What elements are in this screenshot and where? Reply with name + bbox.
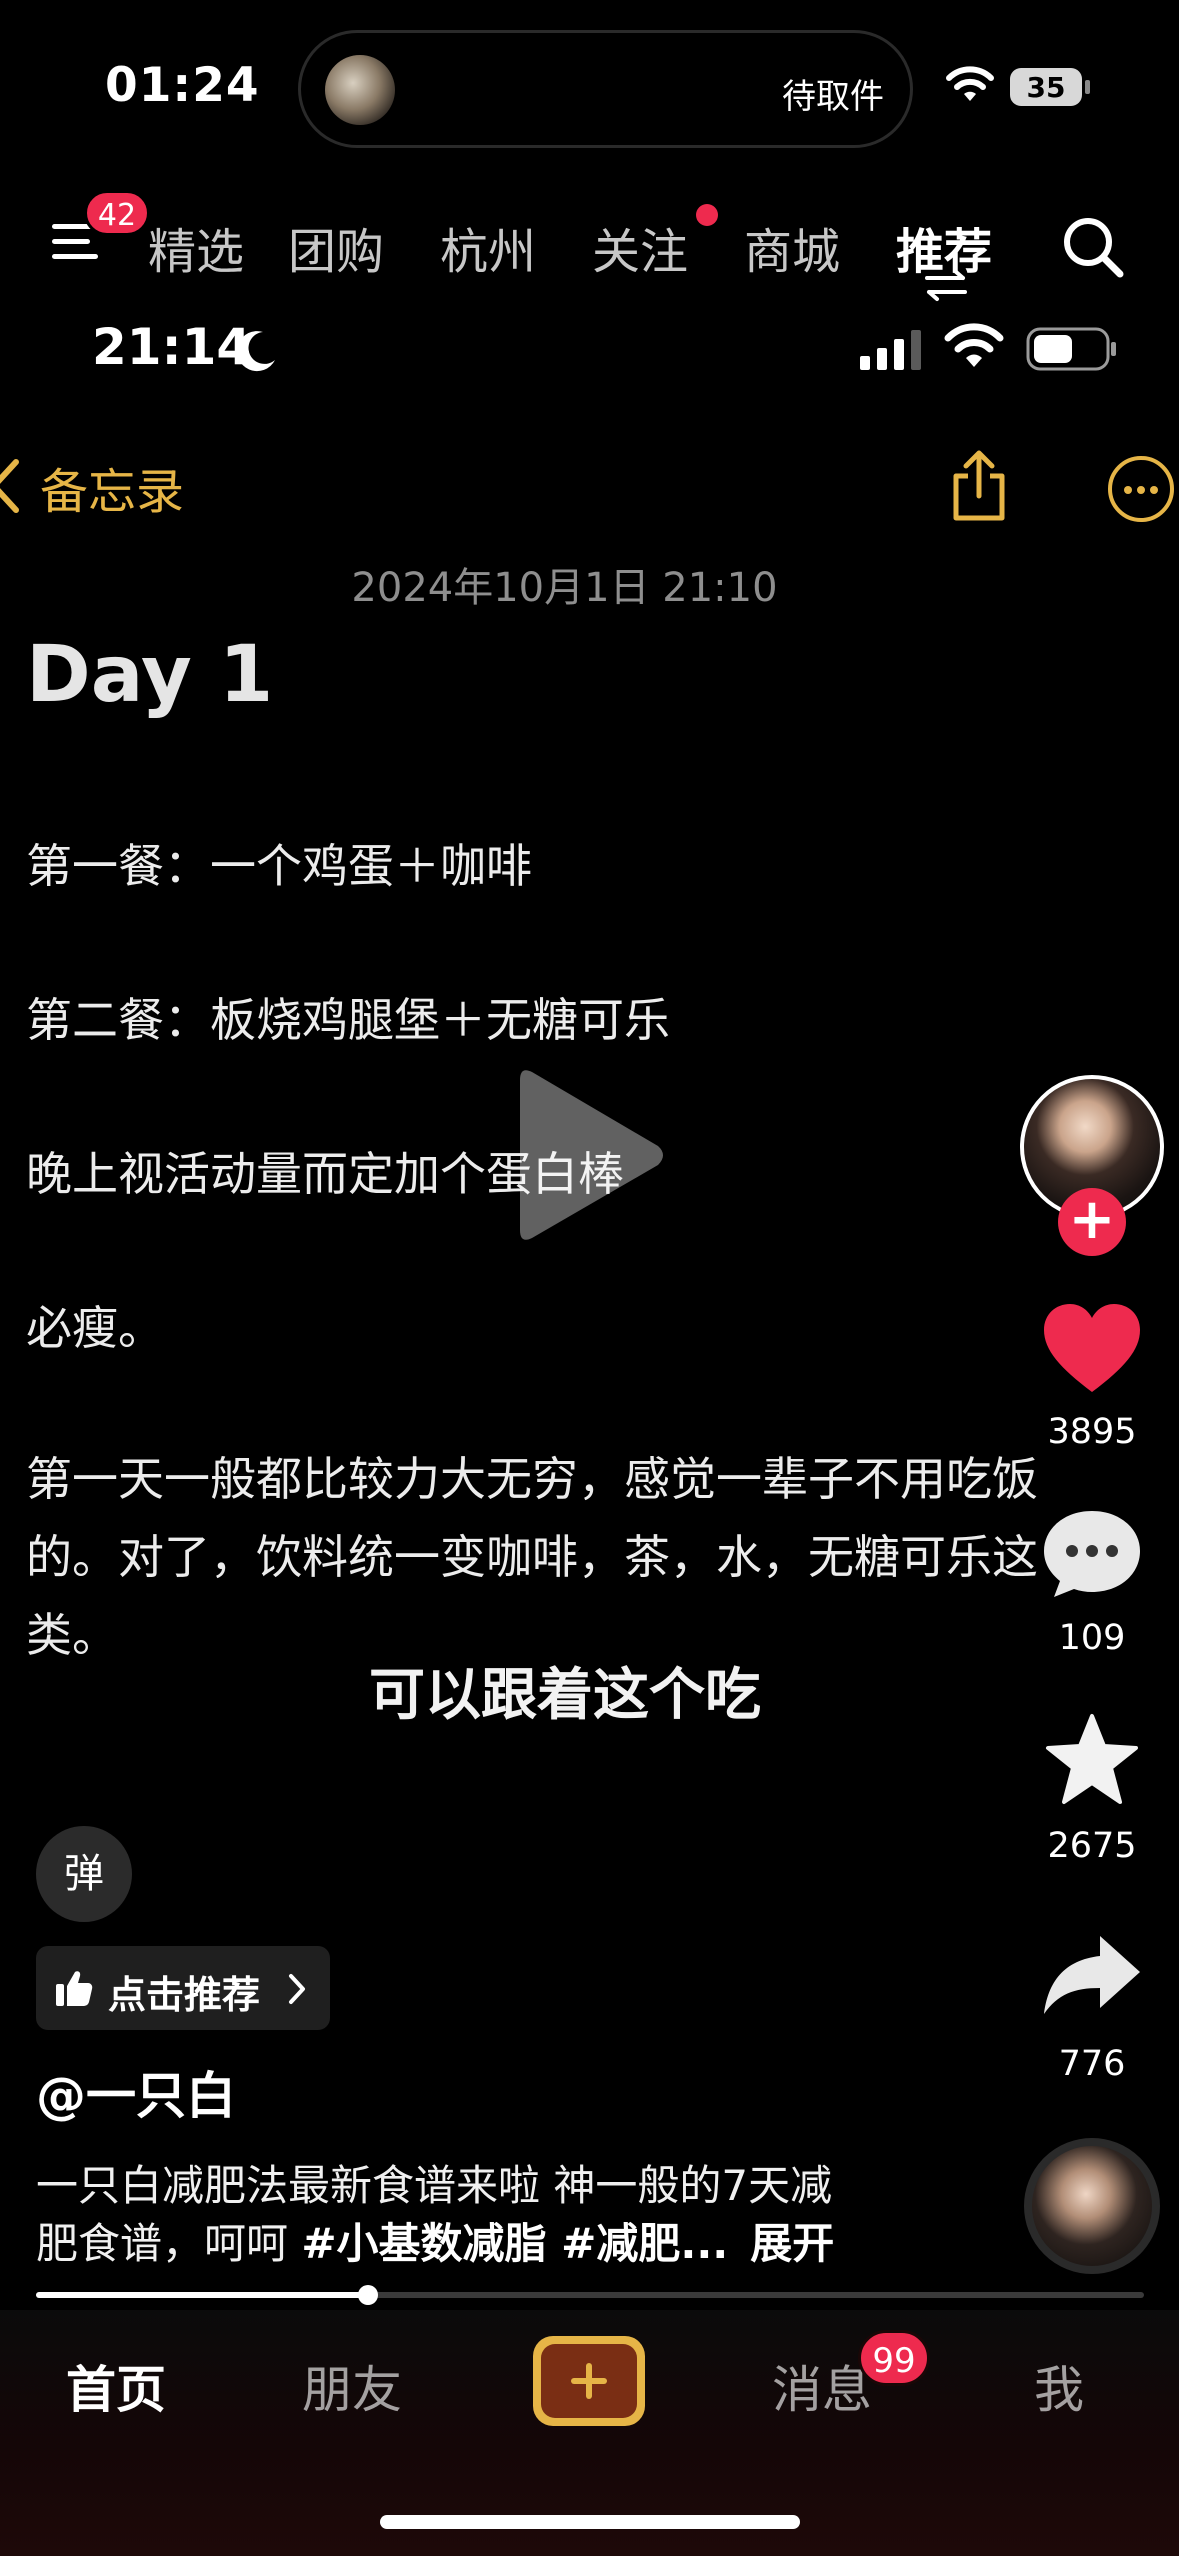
- star-icon[interactable]: [1040, 1712, 1144, 1808]
- video-progress-fill: [36, 2292, 369, 2298]
- battery-icon-inner: [1026, 327, 1116, 371]
- notes-back-label[interactable]: 备忘录: [40, 452, 184, 522]
- create-post-button[interactable]: [533, 2336, 645, 2426]
- messages-badge: 99: [858, 2330, 930, 2386]
- share-icon[interactable]: [948, 448, 1010, 524]
- like-count: 3895: [1047, 1412, 1137, 1452]
- share-count: 776: [1058, 2044, 1126, 2084]
- follow-plus-button[interactable]: +: [1058, 1188, 1126, 1256]
- danmu-toggle-button[interactable]: 弹: [36, 1826, 132, 1922]
- comment-count: 109: [1058, 1618, 1126, 1658]
- bottom-tab-messages[interactable]: 消息: [772, 2350, 872, 2422]
- search-icon[interactable]: [1060, 214, 1126, 280]
- play-icon[interactable]: [510, 1060, 670, 1250]
- note-paragraph: 第一天一般都比较力大无穷，感觉一辈子不用吃饭的。对了，饮料统一变咖啡，茶，水，无…: [26, 1452, 1038, 1662]
- dynamic-island[interactable]: 待取件: [298, 30, 913, 148]
- tab-group-buy[interactable]: 团购: [288, 212, 384, 282]
- video-caption-overlay: 可以跟着这个吃: [369, 1663, 761, 1728]
- recommend-label: 点击推荐: [108, 1973, 261, 2017]
- bottom-tab-me[interactable]: 我: [1034, 2350, 1084, 2422]
- chevron-right-icon: [289, 1974, 305, 2004]
- tab-mall[interactable]: 商城: [744, 212, 840, 282]
- chevron-left-icon[interactable]: [0, 458, 22, 514]
- tab-featured[interactable]: 精选: [148, 212, 244, 282]
- battery-indicator: 35: [1010, 68, 1090, 106]
- signal-icon: [860, 330, 921, 370]
- island-text: 待取件: [782, 77, 884, 117]
- top-navigation: 42 精选 团购 杭州 关注 商城 推荐: [0, 190, 1179, 310]
- system-status-bar: 01:24 待取件 35: [0, 0, 1179, 175]
- music-disc[interactable]: [1024, 2138, 1160, 2274]
- bottom-tab-home[interactable]: 首页: [66, 2350, 166, 2422]
- swap-icon[interactable]: [923, 268, 969, 302]
- status-time: 01:24: [105, 58, 260, 113]
- description-hashtags[interactable]: #小基数减脂 #减肥...: [301, 2219, 728, 2268]
- plus-icon: [541, 2344, 637, 2418]
- menu-badge: 42: [84, 190, 150, 236]
- battery-nub: [1085, 80, 1090, 94]
- description-line-2: 肥食谱，呵呵 #小基数减脂 #减肥... 展开: [36, 2210, 834, 2271]
- more-options-icon[interactable]: [1108, 456, 1174, 522]
- expand-link[interactable]: 展开: [750, 2219, 834, 2268]
- description-line-2-text: 肥食谱，呵呵: [36, 2219, 302, 2268]
- author-name[interactable]: @一只白: [36, 2056, 236, 2128]
- home-indicator[interactable]: [380, 2515, 800, 2529]
- note-line-meal-1: 第一餐：一个鸡蛋＋咖啡: [26, 839, 532, 893]
- video-inner-time: 21:14: [92, 318, 252, 376]
- video-progress-bar[interactable]: [36, 2285, 1144, 2305]
- bottom-tab-friends[interactable]: 朋友: [302, 2350, 402, 2422]
- thumbs-up-icon: [56, 1971, 93, 2006]
- note-title: Day 1: [26, 630, 274, 720]
- battery-level: 35: [1026, 71, 1066, 104]
- tab-following[interactable]: 关注: [592, 212, 688, 282]
- share-arrow-icon[interactable]: [1040, 1930, 1144, 2026]
- following-new-dot: [696, 204, 718, 226]
- package-thumbnail: [325, 55, 395, 125]
- video-progress-knob[interactable]: [358, 2285, 379, 2305]
- wifi-icon-inner: [944, 323, 1004, 367]
- moon-icon: [237, 331, 275, 372]
- description-line-1: 一只白减肥法最新食谱来啦 神一般的7天减: [36, 2161, 833, 2210]
- note-line-conclusion: 必瘦。: [26, 1301, 164, 1355]
- note-line-meal-2: 第二餐：板烧鸡腿堡＋无糖可乐: [26, 993, 670, 1047]
- comment-icon[interactable]: [1040, 1505, 1144, 1601]
- recommend-button[interactable]: 点击推荐: [36, 1946, 330, 2030]
- wifi-icon: [946, 66, 994, 101]
- favorite-count: 2675: [1047, 1826, 1137, 1866]
- note-date: 2024年10月1日 21:10: [351, 565, 778, 611]
- tab-local-city[interactable]: 杭州: [440, 212, 536, 282]
- heart-icon[interactable]: [1040, 1300, 1144, 1396]
